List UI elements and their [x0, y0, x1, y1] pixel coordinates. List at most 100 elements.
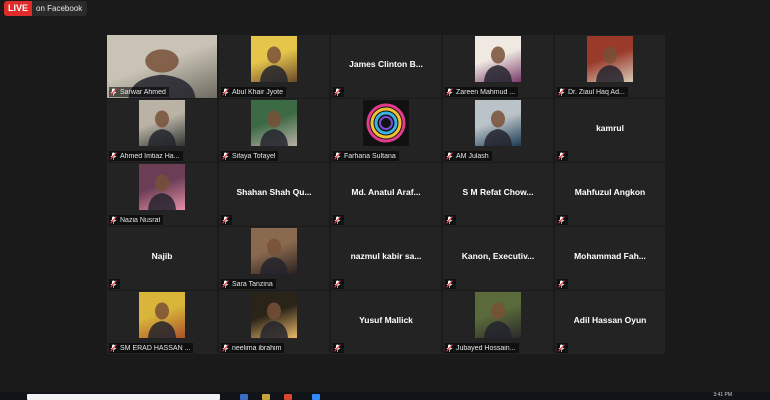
muted-mic-icon — [222, 216, 229, 224]
muted-mic-icon — [222, 152, 229, 160]
muted-mic-icon — [110, 88, 117, 96]
folder-icon[interactable] — [262, 394, 270, 400]
muted-mic-icon — [446, 344, 453, 352]
participant-tile[interactable]: Kanon, Executiv... — [443, 227, 553, 290]
muted-mic-icon — [334, 152, 341, 160]
participant-name: AM Julash — [456, 152, 489, 160]
live-on-facebook-indicator[interactable]: LIVE on Facebook — [4, 1, 88, 16]
participant-label — [109, 279, 120, 289]
participant-name-centered: Mahfuzul Angkon — [574, 187, 646, 197]
participant-tile[interactable]: Adil Hassan Oyun — [555, 291, 665, 354]
participant-video — [139, 292, 185, 338]
participant-tile[interactable]: Mohammad Fah... — [555, 227, 665, 290]
file-explorer-icon[interactable] — [240, 394, 248, 400]
participant-label: Sarwar Ahmed — [109, 87, 169, 97]
muted-mic-icon — [334, 216, 341, 224]
participant-video — [251, 100, 297, 146]
participant-tile[interactable]: nazmul kabir sa... — [331, 227, 441, 290]
participant-tile[interactable]: Farhana Sultana — [331, 99, 441, 162]
taskbar-search-box[interactable] — [27, 394, 220, 400]
participant-label — [445, 215, 456, 225]
participant-tile[interactable]: Dr. Ziaul Haq Ad... — [555, 35, 665, 98]
participant-tile[interactable]: Abul Khair Jyote — [219, 35, 329, 98]
participant-label: SM ERAD HASSAN ... — [109, 343, 194, 353]
zoom-app-icon[interactable] — [312, 394, 320, 400]
participant-label: Sifaya Tofayel — [221, 151, 279, 161]
participant-tile[interactable]: Ahmed Imtiaz Ha... — [107, 99, 217, 162]
participant-video — [475, 36, 521, 82]
participant-tile[interactable]: Nazia Nusrat — [107, 163, 217, 226]
muted-mic-icon — [446, 280, 453, 288]
participant-name-centered: Shahan Shah Qu... — [236, 187, 312, 197]
live-badge: LIVE — [4, 1, 33, 16]
participant-name-centered: S M Refat Chow... — [462, 187, 534, 197]
participant-name: Nazia Nusrat — [120, 216, 161, 224]
participant-name: Farhana Sultana — [344, 152, 396, 160]
participant-name: neelima ibrahim — [232, 344, 282, 352]
participant-label: Farhana Sultana — [333, 151, 399, 161]
participant-tile[interactable]: Md. Anatul Araf... — [331, 163, 441, 226]
live-platform-text: on Facebook — [36, 4, 83, 13]
participant-tile[interactable]: AM Julash — [443, 99, 553, 162]
participant-tile[interactable]: Najib — [107, 227, 217, 290]
participant-name-centered: Najib — [151, 251, 173, 261]
participant-label — [557, 343, 568, 353]
participant-name-centered: Yusuf Mallick — [359, 315, 413, 325]
participant-video — [139, 164, 185, 210]
participant-name: Zareen Mahmud ... — [456, 88, 516, 96]
participant-label — [445, 279, 456, 289]
participant-tile[interactable]: Jubayed Hossain... — [443, 291, 553, 354]
participant-video — [587, 36, 633, 82]
participant-name-centered: Kanon, Executiv... — [461, 251, 535, 261]
participant-label — [557, 215, 568, 225]
muted-mic-icon — [222, 280, 229, 288]
participant-label: neelima ibrahim — [221, 343, 285, 353]
participant-name-centered: nazmul kabir sa... — [350, 251, 422, 261]
muted-mic-icon — [110, 216, 117, 224]
participant-name: Abul Khair Jyote — [232, 88, 283, 96]
participant-name-centered: Md. Anatul Araf... — [351, 187, 421, 197]
muted-mic-icon — [334, 344, 341, 352]
participant-name-centered: Adil Hassan Oyun — [573, 315, 647, 325]
zoom-gallery-view: LIVE on Facebook Sarwar Ahmed Abul Khair… — [0, 0, 770, 400]
muted-mic-icon — [446, 88, 453, 96]
participant-tile[interactable]: Yusuf Mallick — [331, 291, 441, 354]
participant-video — [139, 100, 185, 146]
participant-label — [557, 279, 568, 289]
participant-video — [251, 228, 297, 274]
participant-label: Abul Khair Jyote — [221, 87, 286, 97]
participant-label — [557, 151, 568, 161]
participant-name-centered: Mohammad Fah... — [574, 251, 646, 261]
participant-tile[interactable]: Sara Tanzina — [219, 227, 329, 290]
participant-tile[interactable]: Sarwar Ahmed — [107, 35, 217, 98]
participant-tile[interactable]: Zareen Mahmud ... — [443, 35, 553, 98]
participant-tile[interactable]: James Clinton B... — [331, 35, 441, 98]
chrome-icon[interactable] — [284, 394, 292, 400]
participant-tile[interactable]: Shahan Shah Qu... — [219, 163, 329, 226]
muted-mic-icon — [558, 216, 565, 224]
participant-tile[interactable]: neelima ibrahim — [219, 291, 329, 354]
participant-tile[interactable]: S M Refat Chow... — [443, 163, 553, 226]
participant-name: Sarwar Ahmed — [120, 88, 166, 96]
participant-tile[interactable]: Mahfuzul Angkon — [555, 163, 665, 226]
muted-mic-icon — [110, 280, 117, 288]
participant-label — [333, 343, 344, 353]
participant-label — [221, 215, 232, 225]
participant-label — [333, 279, 344, 289]
participant-video — [251, 36, 297, 82]
participant-video — [251, 292, 297, 338]
participant-name: Jubayed Hossain... — [456, 344, 516, 352]
participant-tile[interactable]: SM ERAD HASSAN ... — [107, 291, 217, 354]
participant-label: Nazia Nusrat — [109, 215, 164, 225]
participant-label: Ahmed Imtiaz Ha... — [109, 151, 183, 161]
participant-label: Sara Tanzina — [221, 279, 276, 289]
participant-tile[interactable]: Sifaya Tofayel — [219, 99, 329, 162]
participant-tile[interactable]: kamrul — [555, 99, 665, 162]
muted-mic-icon — [446, 216, 453, 224]
muted-mic-icon — [558, 88, 565, 96]
participant-label: AM Julash — [445, 151, 492, 161]
participant-label: Jubayed Hossain... — [445, 343, 519, 353]
muted-mic-icon — [446, 152, 453, 160]
participant-name: Sara Tanzina — [232, 280, 273, 288]
muted-mic-icon — [334, 88, 341, 96]
